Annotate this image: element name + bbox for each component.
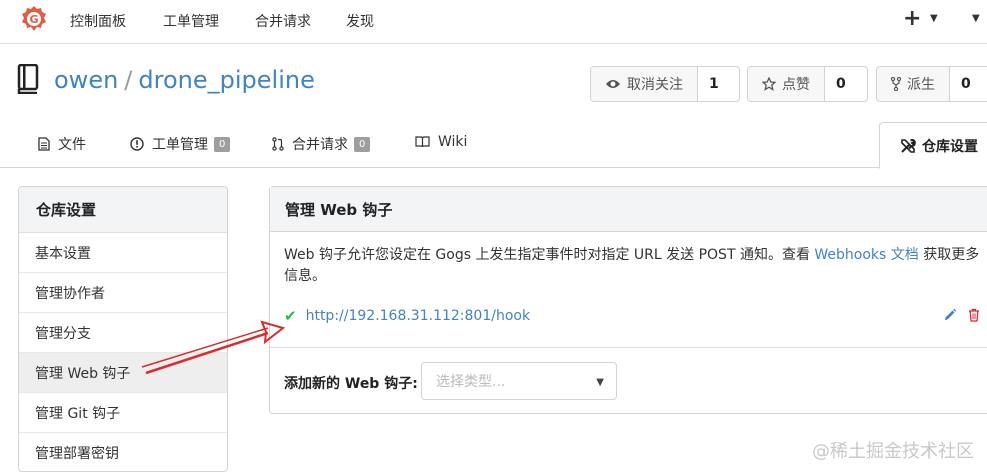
star-button[interactable]: 点赞 bbox=[748, 67, 825, 101]
svg-text:G: G bbox=[29, 13, 38, 26]
star-button-group: 点赞 0 bbox=[747, 66, 868, 102]
fork-icon bbox=[891, 77, 901, 91]
user-dropdown-caret-icon[interactable]: ▼ bbox=[972, 13, 980, 24]
dropdown-caret-icon: ▼ bbox=[596, 377, 604, 388]
star-label: 点赞 bbox=[782, 77, 810, 93]
tab-pulls[interactable]: 合并请求 0 bbox=[272, 134, 371, 154]
check-icon: ✔ bbox=[284, 307, 297, 325]
webhooks-panel: 管理 Web 钩子 Web 钩子允许您设定在 Gogs 上发生指定事件时对指定 … bbox=[269, 186, 987, 414]
sidebar-item-basic[interactable]: 基本设置 bbox=[19, 233, 227, 273]
nav-explore[interactable]: 发现 bbox=[346, 11, 374, 31]
tab-issues-label: 工单管理 bbox=[152, 137, 208, 153]
sidebar-item-branches[interactable]: 管理分支 bbox=[19, 313, 227, 353]
fork-button[interactable]: 派生 bbox=[877, 67, 950, 101]
tab-settings[interactable]: 仓库设置 bbox=[879, 122, 987, 169]
file-text-icon bbox=[38, 137, 50, 151]
unwatch-button[interactable]: 取消关注 bbox=[591, 67, 698, 101]
nav-pulls[interactable]: 合并请求 bbox=[255, 11, 311, 31]
repo-path-separator: / bbox=[124, 66, 133, 94]
pencil-icon[interactable] bbox=[943, 308, 957, 322]
pulls-count-badge: 0 bbox=[354, 136, 371, 152]
top-navbar: G 控制面板 工单管理 合并请求 发现 + ▼ ▼ bbox=[0, 0, 987, 44]
fork-button-group: 派生 0 bbox=[876, 66, 987, 102]
nav-dashboard[interactable]: 控制面板 bbox=[70, 11, 126, 31]
repo-owner-link[interactable]: owen bbox=[54, 66, 118, 94]
watermark: @稀土掘金技术社区 bbox=[812, 441, 974, 462]
webhook-item: ✔ http://192.168.31.112:801/hook bbox=[284, 307, 530, 325]
create-plus-icon[interactable]: + bbox=[903, 6, 921, 31]
repo-title: owen / drone_pipeline bbox=[54, 66, 315, 94]
webhooks-description: Web 钩子允许您设定在 Gogs 上发生指定事件时对指定 URL 发送 POS… bbox=[284, 245, 984, 287]
desc-text-before: Web 钩子允许您设定在 Gogs 上发生指定事件时对指定 URL 发送 POS… bbox=[284, 247, 815, 263]
webhooks-title: 管理 Web 钩子 bbox=[270, 187, 987, 232]
sidebar-item-webhooks[interactable]: 管理 Web 钩子 bbox=[19, 353, 227, 393]
star-icon bbox=[762, 77, 776, 91]
unwatch-label: 取消关注 bbox=[627, 77, 683, 93]
book-icon bbox=[415, 136, 430, 148]
tab-pulls-label: 合并请求 bbox=[292, 137, 348, 153]
issues-count-badge: 0 bbox=[214, 136, 231, 152]
repo-book-icon bbox=[17, 64, 39, 94]
tab-files[interactable]: 文件 bbox=[38, 134, 86, 154]
nav-issues[interactable]: 工单管理 bbox=[163, 11, 219, 31]
git-pull-request-icon bbox=[272, 137, 284, 151]
tab-wiki-label: Wiki bbox=[438, 134, 468, 150]
repo-name-link[interactable]: drone_pipeline bbox=[138, 66, 314, 94]
sidebar-header: 仓库设置 bbox=[19, 187, 227, 233]
sidebar-item-collaborators[interactable]: 管理协作者 bbox=[19, 273, 227, 313]
sidebar-item-git-hooks[interactable]: 管理 Git 钩子 bbox=[19, 393, 227, 433]
webhooks-docs-link[interactable]: Webhooks 文档 bbox=[814, 247, 918, 263]
watch-count[interactable]: 1 bbox=[698, 67, 730, 101]
eye-icon bbox=[606, 80, 620, 88]
tab-wiki[interactable]: Wiki bbox=[415, 134, 467, 150]
star-count[interactable]: 0 bbox=[825, 67, 857, 101]
create-dropdown-caret-icon[interactable]: ▼ bbox=[930, 13, 938, 24]
tab-issues[interactable]: 工单管理 0 bbox=[130, 134, 231, 154]
sidebar-item-deploy-keys[interactable]: 管理部署密钥 bbox=[19, 433, 227, 471]
webhook-type-placeholder: 选择类型... bbox=[436, 374, 506, 390]
trash-icon[interactable] bbox=[968, 308, 980, 322]
repo-tabs: 文件 工单管理 0 合并请求 0 Wiki bbox=[0, 122, 987, 168]
webhook-url-link[interactable]: http://192.168.31.112:801/hook bbox=[306, 308, 531, 324]
tab-files-label: 文件 bbox=[58, 137, 86, 153]
issue-opened-icon bbox=[130, 137, 144, 151]
gogs-logo-icon[interactable]: G bbox=[20, 5, 48, 33]
tab-settings-label: 仓库设置 bbox=[922, 138, 978, 155]
fork-count[interactable]: 0 bbox=[950, 67, 982, 101]
tools-icon bbox=[901, 138, 916, 153]
webhook-type-select[interactable]: 选择类型... ▼ bbox=[421, 362, 617, 400]
divider bbox=[270, 347, 987, 348]
add-webhook-label: 添加新的 Web 钩子: bbox=[284, 376, 418, 392]
unwatch-button-group: 取消关注 1 bbox=[590, 66, 740, 102]
settings-sidebar: 仓库设置 基本设置 管理协作者 管理分支 管理 Web 钩子 管理 Git 钩子… bbox=[18, 186, 228, 472]
fork-label: 派生 bbox=[907, 77, 935, 93]
